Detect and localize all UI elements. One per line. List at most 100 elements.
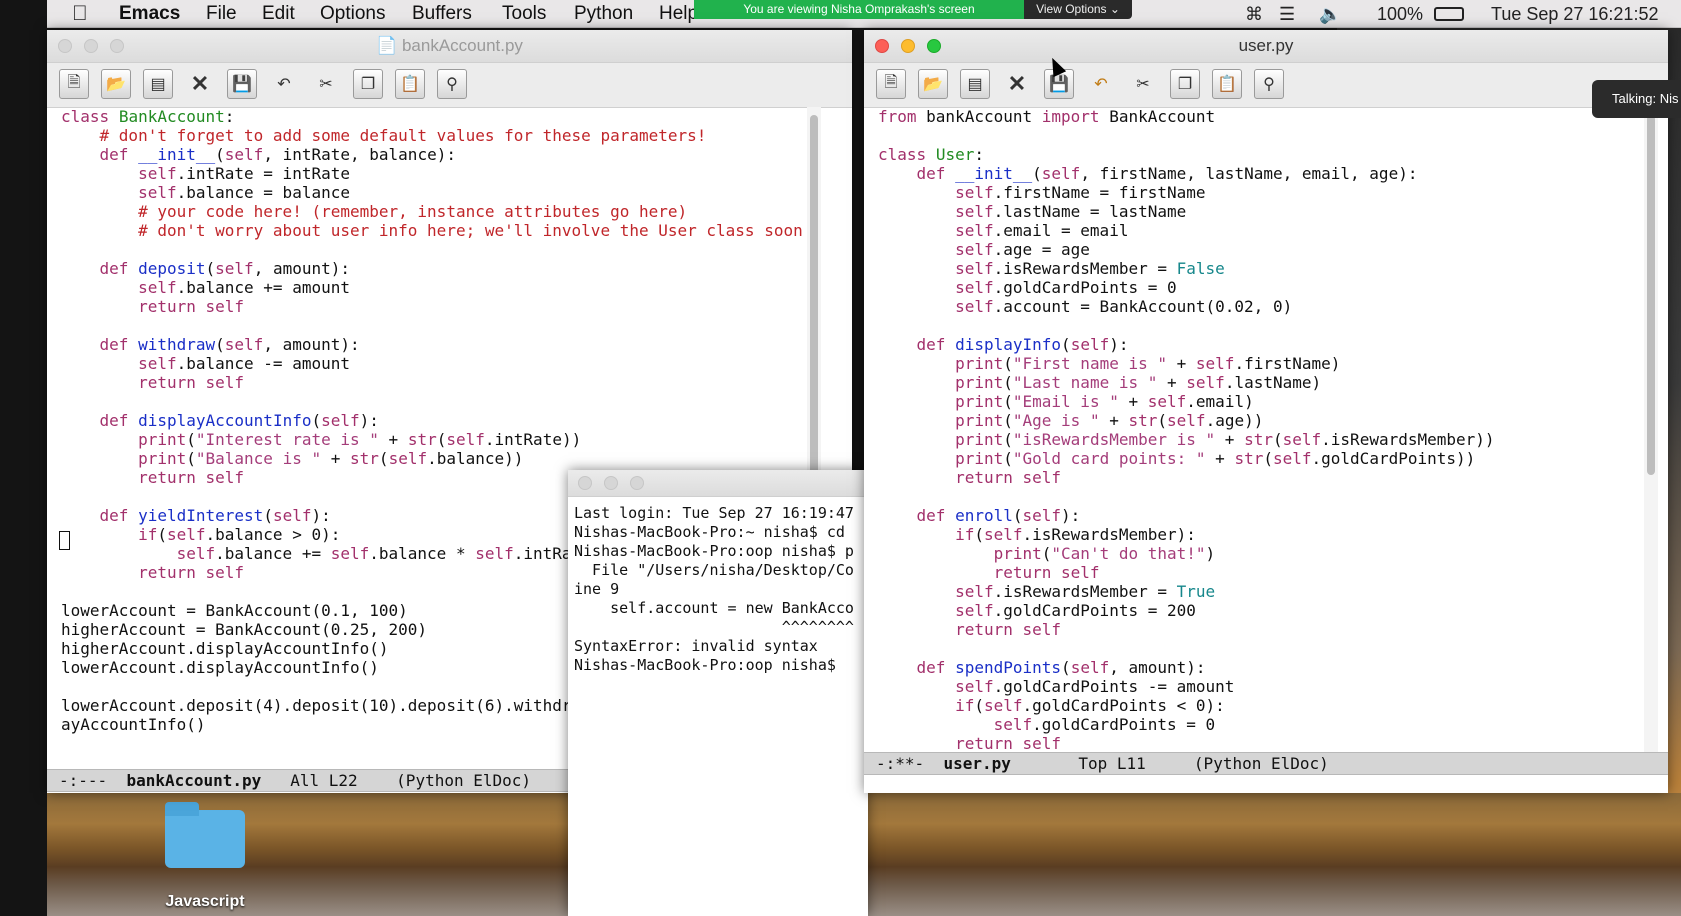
scrollbar-thumb[interactable] [810,115,818,475]
code-line[interactable]: self.goldCardPoints = 0 [878,715,1495,734]
undo-icon[interactable]: ↶ [1086,69,1116,99]
terminal-zoom-button[interactable] [630,476,644,490]
code-line[interactable]: self.firstName = firstName [878,183,1495,202]
dired-icon[interactable]: ▤ [960,69,990,99]
menu-app-name[interactable]: Emacs [119,3,180,25]
code-line[interactable]: self.intRate = intRate [61,164,803,183]
code-line[interactable]: self.goldCardPoints = 200 [878,601,1495,620]
cut-icon[interactable]: ✂ [311,69,341,99]
terminal-line: ine 9 [574,580,620,598]
dired-icon[interactable]: ▤ [143,69,173,99]
title-bar-user[interactable]: user.py [864,30,1668,63]
code-line[interactable]: print("Interest rate is " + str(self.int… [61,430,803,449]
code-line[interactable]: print("Last name is " + self.lastName) [878,373,1495,392]
battery-icon[interactable] [1434,7,1464,21]
terminal-close-button[interactable] [578,476,592,490]
code-line[interactable]: def spendPoints(self, amount): [878,658,1495,677]
code-line[interactable]: self.account = BankAccount(0.02, 0) [878,297,1495,316]
menu-edit[interactable]: Edit [262,3,295,25]
code-line[interactable]: print("isRewardsMember is " + str(self.i… [878,430,1494,449]
copy-icon[interactable]: ❐ [1170,69,1200,99]
code-line[interactable]: print("Gold card points: " + str(self.go… [878,449,1495,468]
scrollbar-user[interactable] [1644,107,1658,767]
code-line[interactable]: self.goldCardPoints = 0 [878,278,1495,297]
volume-icon[interactable]: 🔈 [1319,4,1341,25]
code-line[interactable]: from bankAccount import BankAccount [878,107,1495,126]
code-line[interactable]: self.lastName = lastName [878,202,1495,221]
code-line[interactable] [61,316,803,335]
code-line[interactable]: def __init__(self, intRate, balance): [61,145,803,164]
new-file-icon[interactable]: 🗎 [876,69,906,99]
code-line[interactable]: # don't forget to add some default value… [61,126,803,145]
save-icon[interactable]: 💾 [227,69,257,99]
code-line[interactable]: # don't worry about user info here; we'l… [61,221,803,240]
code-line[interactable]: self.balance += amount [61,278,803,297]
code-line[interactable]: if(self.isRewardsMember): [878,525,1495,544]
paste-icon[interactable]: 📋 [1212,69,1242,99]
code-line[interactable]: self.email = email [878,221,1495,240]
code-line[interactable]: return self [878,563,1495,582]
code-line[interactable]: def displayInfo(self): [878,335,1495,354]
code-line[interactable]: self.goldCardPoints -= amount [878,677,1495,696]
code-line[interactable] [61,240,803,259]
code-line[interactable]: class User: [878,145,1495,164]
menu-help[interactable]: Help [659,3,698,25]
search-icon[interactable]: ⚲ [437,69,467,99]
code-line[interactable] [878,487,1495,506]
editor-buffer-user[interactable]: from bankAccount import BankAccount clas… [878,107,1495,753]
open-folder-icon[interactable]: 📂 [101,69,131,99]
code-line[interactable]: print("First name is " + self.firstName) [878,354,1495,373]
menubar-clock[interactable]: Tue Sep 27 16:21:52 [1491,4,1658,25]
code-line[interactable]: print("Email is " + self.email) [878,392,1495,411]
terminal-title-bar[interactable] [568,470,868,497]
close-buffer-icon[interactable]: ✕ [1002,69,1032,99]
terminal-output[interactable]: Last login: Tue Sep 27 16:19:47 Nishas-Ma… [574,504,854,675]
new-file-icon[interactable]: 🗎 [59,69,89,99]
desktop-folder-javascript[interactable] [165,802,245,870]
code-line[interactable]: self.isRewardsMember = False [878,259,1495,278]
code-line[interactable] [878,316,1495,335]
menu-options[interactable]: Options [320,3,385,25]
undo-icon[interactable]: ↶ [269,69,299,99]
menu-file[interactable]: File [206,3,237,25]
code-line[interactable]: if(self.goldCardPoints < 0): [878,696,1495,715]
paste-icon[interactable]: 📋 [395,69,425,99]
code-line[interactable]: def __init__(self, firstName, lastName, … [878,164,1495,183]
code-line[interactable]: self.balance = balance [61,183,803,202]
code-line[interactable]: return self [61,297,803,316]
title-bar[interactable]: 📄 bankAccount.py [47,30,852,63]
code-line[interactable]: def withdraw(self, amount): [61,335,803,354]
code-line[interactable]: self.balance -= amount [61,354,803,373]
apple-menu-icon[interactable]:  [72,2,88,26]
search-icon[interactable]: ⚲ [1254,69,1284,99]
code-line[interactable]: print("Balance is " + str(self.balance)) [61,449,803,468]
code-line[interactable] [878,639,1495,658]
code-line[interactable] [61,392,803,411]
menu-python[interactable]: Python [574,3,633,25]
terminal-minimize-button[interactable] [604,476,618,490]
cut-icon[interactable]: ✂ [1128,69,1158,99]
code-line[interactable]: return self [878,734,1495,753]
menu-tools[interactable]: Tools [502,3,546,25]
code-line[interactable]: def enroll(self): [878,506,1495,525]
code-line[interactable]: def deposit(self, amount): [61,259,803,278]
copy-icon[interactable]: ❐ [353,69,383,99]
scrollbar-thumb-user[interactable] [1647,115,1655,475]
menu-buffers[interactable]: Buffers [412,3,472,25]
bluetooth-icon[interactable]: ⌘ [1245,4,1263,25]
view-options-button[interactable]: View Options ⌄ [1024,0,1132,19]
code-line[interactable]: self.age = age [878,240,1495,259]
code-line[interactable]: return self [878,468,1495,487]
code-line[interactable]: return self [878,620,1495,639]
code-line[interactable]: def displayAccountInfo(self): [61,411,803,430]
open-folder-icon[interactable]: 📂 [918,69,948,99]
close-buffer-icon[interactable]: ✕ [185,69,215,99]
wifi-icon[interactable]: ☰ [1279,4,1295,25]
code-line[interactable]: return self [61,373,803,392]
code-line[interactable]: self.isRewardsMember = True [878,582,1495,601]
code-line[interactable]: class BankAccount: [61,107,803,126]
code-line[interactable]: print("Can't do that!") [878,544,1495,563]
code-line[interactable] [878,126,1495,145]
code-line[interactable]: print("Age is " + str(self.age)) [878,411,1495,430]
code-line[interactable]: # your code here! (remember, instance at… [61,202,803,221]
